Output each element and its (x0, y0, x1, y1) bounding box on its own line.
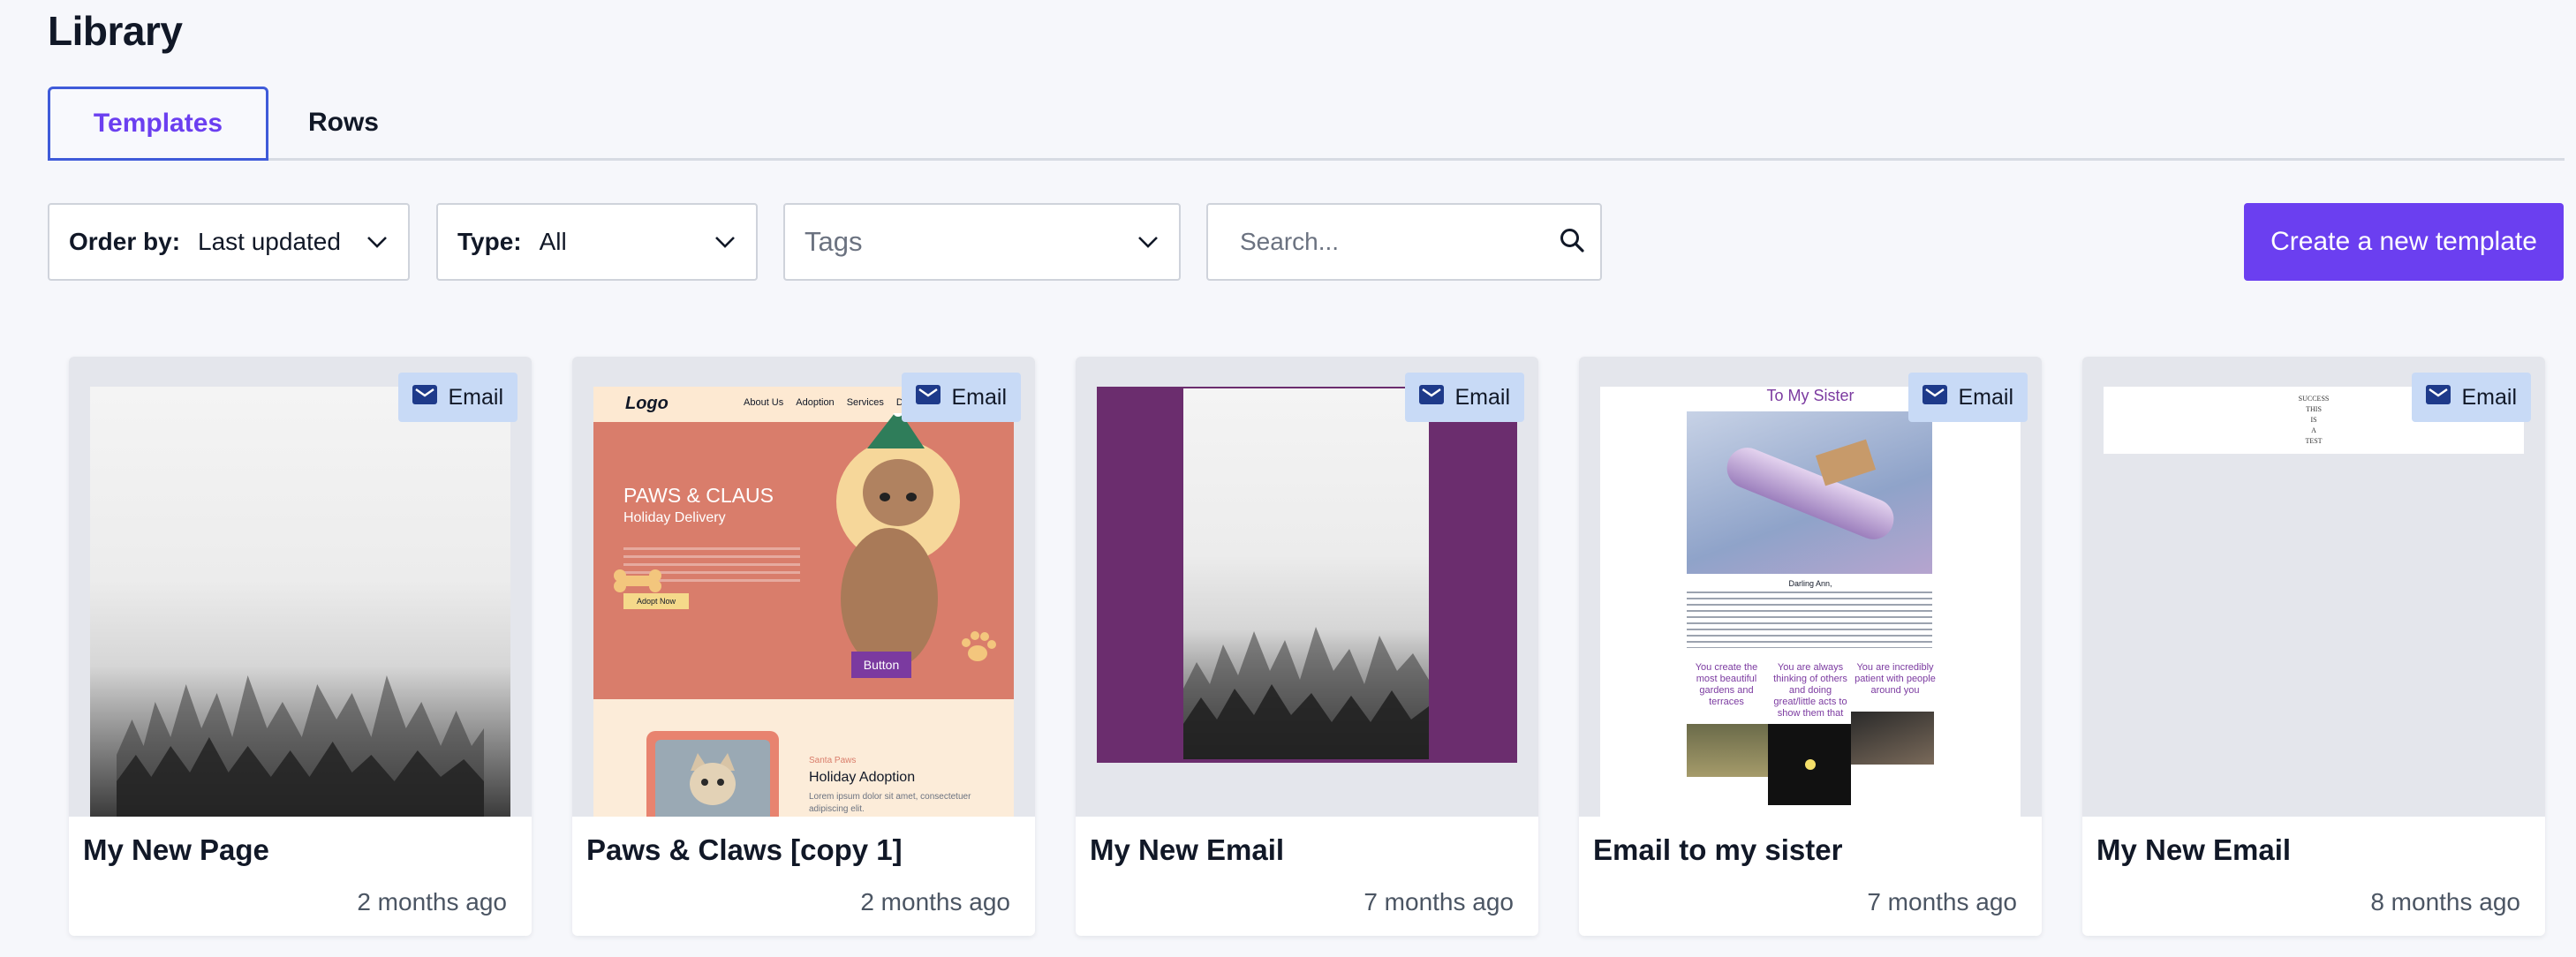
type-select[interactable]: Type: All (436, 203, 758, 281)
tabs-divider (48, 158, 2565, 161)
preview-lower-kicker: Santa Paws (809, 756, 857, 765)
type-label: Type: (457, 228, 522, 255)
template-updated-time: 2 months ago (357, 888, 507, 916)
paw-icon (962, 631, 996, 661)
email-badge: Email (1908, 373, 2028, 422)
paws-claws-preview: Logo About Us Adoption Services Don PAWS… (593, 387, 1014, 817)
preview-button: Button (851, 652, 911, 678)
create-template-button[interactable]: Create a new template (2244, 203, 2564, 281)
envelope-icon (2426, 384, 2451, 411)
bottle-photo (1687, 411, 1932, 574)
email-badge: Email (1405, 373, 1524, 422)
search-box (1206, 203, 1602, 281)
order-by-select[interactable]: Order by: Last updated (48, 203, 410, 281)
envelope-icon (1419, 384, 1445, 411)
template-updated-time: 8 months ago (2370, 888, 2520, 916)
tags-placeholder: Tags (805, 226, 863, 257)
garden-photo (1687, 724, 1768, 777)
template-title: My New Email (1090, 833, 1285, 866)
preview-nav-item: Adoption (796, 397, 835, 408)
template-card[interactable]: Email My New Page 2 months ago (69, 357, 532, 936)
cat-illustration (690, 753, 736, 805)
purple-email-preview (1097, 387, 1517, 763)
page-title: Library (48, 8, 183, 54)
preview-headline: PAWS & CLAUS (623, 484, 774, 507)
tab-templates[interactable]: Templates (48, 87, 268, 161)
hand-photo (1851, 712, 1934, 765)
order-by-label: Order by: (69, 228, 181, 255)
preview-col1: You create the most beautiful gardens an… (1695, 662, 1758, 707)
badge-label: Email (951, 384, 1007, 410)
preview-lower-title: Holiday Adoption (809, 770, 916, 785)
search-icon[interactable] (1559, 227, 1585, 258)
badge-label: Email (1454, 384, 1510, 410)
template-updated-time: 7 months ago (1867, 888, 2017, 916)
preview-nav-item: Services (846, 397, 884, 408)
cat-photo-frame (646, 731, 779, 817)
email-badge: Email (398, 373, 517, 422)
chevron-down-icon (1137, 230, 1160, 253)
preview-nav-item: About Us (744, 397, 784, 408)
preview-greeting: Darling Ann, (1788, 579, 1832, 588)
email-badge: Email (902, 373, 1021, 422)
fog-forest-image (1183, 388, 1429, 759)
badge-label: Email (2461, 384, 2517, 410)
tags-select[interactable]: Tags (783, 203, 1181, 281)
lightbulb-photo (1768, 724, 1851, 805)
preview-line: TEST (2305, 437, 2323, 445)
template-card[interactable]: To My Sister Darling Ann, You create the… (1579, 357, 2042, 936)
chevron-down-icon (366, 230, 389, 253)
envelope-icon (1923, 384, 1948, 411)
preview-subhead: Holiday Delivery (623, 510, 726, 525)
order-by-value: Last updated (198, 228, 341, 255)
badge-label: Email (1958, 384, 2013, 410)
preview-line: A (2311, 426, 2316, 434)
template-updated-time: 2 months ago (860, 888, 1010, 916)
envelope-icon (916, 384, 941, 411)
template-title: Paws & Claws [copy 1] (586, 833, 903, 866)
type-value: All (539, 228, 567, 255)
template-updated-time: 7 months ago (1364, 888, 1514, 916)
fog-forest-preview (90, 387, 510, 817)
template-card[interactable]: SUCCESS THIS IS A TEST Email My New Emai… (2082, 357, 2545, 936)
template-title: My New Page (83, 833, 269, 866)
template-thumbnail: SUCCESS THIS IS A TEST Email (2082, 357, 2545, 817)
template-thumbnail: Email (1076, 357, 1538, 817)
template-title: My New Email (2096, 833, 2292, 866)
preview-lower-body: Lorem ipsum dolor sit amet, consectetuer… (809, 792, 971, 814)
template-card[interactable]: Logo About Us Adoption Services Don PAWS… (572, 357, 1035, 936)
template-title: Email to my sister (1593, 833, 1843, 866)
preview-col3: You are incredibly patient with people a… (1855, 662, 1936, 696)
preview-letter-body (1687, 592, 1932, 648)
badge-label: Email (448, 384, 503, 410)
template-card[interactable]: Email My New Email 7 months ago (1076, 357, 1538, 936)
tab-rows[interactable]: Rows (268, 87, 419, 159)
chevron-down-icon (714, 230, 737, 253)
preview-col2: You are always thinking of others and do… (1773, 662, 1847, 719)
sister-email-preview: To My Sister Darling Ann, You create the… (1600, 387, 2021, 817)
bone-icon (614, 569, 661, 592)
template-thumbnail: To My Sister Darling Ann, You create the… (1579, 357, 2042, 817)
library-tabs: Templates Rows (48, 87, 2565, 161)
template-thumbnail: Logo About Us Adoption Services Don PAWS… (572, 357, 1035, 817)
template-thumbnail: Email (69, 357, 532, 817)
email-badge: Email (2412, 373, 2531, 422)
envelope-icon (412, 384, 438, 411)
search-input[interactable] (1240, 228, 1559, 256)
preview-logo: Logo (625, 394, 669, 413)
